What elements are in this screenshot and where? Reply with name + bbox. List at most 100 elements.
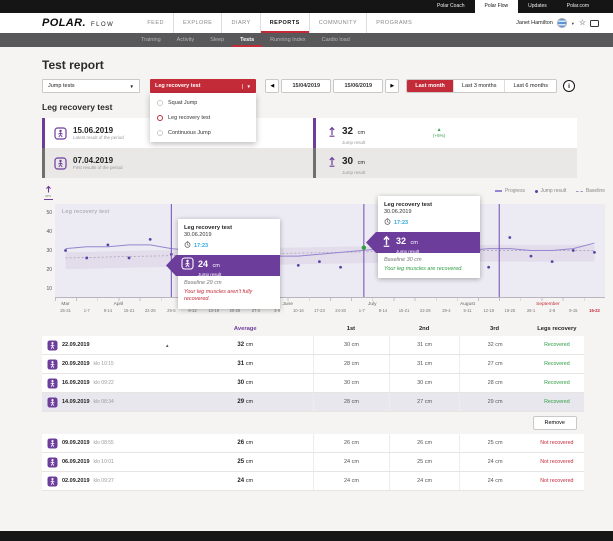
preset-last-month[interactable]: Last month bbox=[407, 80, 453, 92]
recovery-status: Not recovered bbox=[530, 459, 584, 465]
nav-item-explore[interactable]: EXPLORE bbox=[173, 13, 221, 33]
subnav-item-tests[interactable]: Tests bbox=[232, 33, 262, 47]
chart-plot[interactable]: Leg recovery test bbox=[55, 204, 605, 298]
table-row[interactable]: 22.09.2019▲32 cm30 cm31 cm32 cmRecovered bbox=[42, 336, 584, 355]
jump-type-dropdown[interactable]: Jump tests ▼ bbox=[42, 79, 140, 93]
header-3rd[interactable]: 3rd bbox=[459, 326, 529, 332]
chevron-down-icon: ▼ bbox=[242, 84, 251, 89]
chart-canvas bbox=[55, 204, 605, 297]
subnav-item-sleep[interactable]: Sleep bbox=[202, 33, 232, 47]
avatar[interactable] bbox=[557, 18, 567, 28]
tooltip-message: Your leg muscles aren't fully recovered. bbox=[184, 289, 274, 304]
table-row[interactable]: 14.09.2019klo 08:3429 cm28 cm27 cm29 cmR… bbox=[42, 393, 584, 412]
table-row[interactable]: 20.09.2019klo 10:1531 cm28 cm31 cm27 cmR… bbox=[42, 355, 584, 374]
average-value: 26 bbox=[237, 440, 244, 446]
header-legs-recovery[interactable]: Legs recovery bbox=[530, 326, 584, 332]
week-label: 10-16 bbox=[288, 308, 309, 315]
test-dropdown[interactable]: Leg recovery test ▼ bbox=[150, 79, 256, 93]
test-date: 09.09.2019 bbox=[62, 440, 90, 446]
summary-first-row[interactable]: 07.04.2019 First results of the period 3… bbox=[42, 148, 577, 178]
user-name[interactable]: Janet Hamilton bbox=[516, 20, 553, 26]
jump-1st-cell: 24 cm bbox=[313, 472, 389, 490]
week-labels: 25-311-78-1415-2122-2829-56-1213-1920-26… bbox=[55, 308, 605, 315]
topbar-link-polar-com[interactable]: Polar.com bbox=[557, 0, 599, 13]
table-row[interactable]: 09.09.2019klo 08:5526 cm26 cm26 cm25 cmN… bbox=[42, 434, 584, 453]
header-1st[interactable]: 1st bbox=[313, 326, 389, 332]
average-unit: cm bbox=[246, 361, 253, 367]
dropdown-option-squat-jump[interactable]: Squat Jump bbox=[150, 95, 256, 110]
favorite-star-icon[interactable]: ☆ bbox=[579, 18, 586, 28]
jump-test-icon bbox=[47, 476, 58, 487]
subnav-item-training[interactable]: Training bbox=[133, 33, 169, 47]
preset-last-6-months[interactable]: Last 6 months bbox=[504, 80, 556, 92]
test-time: klo 10:15 bbox=[94, 361, 114, 367]
average-cell: 32 cm bbox=[178, 342, 314, 348]
subnav-item-running-index[interactable]: Running Index bbox=[262, 33, 313, 47]
recovery-status: Recovered bbox=[530, 380, 584, 386]
summary-caption: Latest result of the period bbox=[73, 135, 124, 140]
chevron-down-icon[interactable]: ▼ bbox=[571, 21, 575, 26]
topbar-link-polar-coach[interactable]: Polar Coach bbox=[427, 0, 475, 13]
jump-1st-cell: 28 cm bbox=[313, 393, 389, 411]
average-unit: cm bbox=[246, 478, 253, 484]
nav-item-community[interactable]: COMMUNITY bbox=[309, 13, 366, 33]
next-period-button[interactable]: ▶ bbox=[385, 79, 399, 93]
y-tick-label: 40 bbox=[46, 229, 52, 235]
average-unit: cm bbox=[246, 440, 253, 446]
month-labels: MarAprilMayJuneJulyAugustSeptember bbox=[55, 301, 605, 308]
polar-logo[interactable]: POLAR.FLOW bbox=[42, 17, 114, 29]
nav-item-feed[interactable]: FEED bbox=[138, 13, 173, 33]
start-date-field[interactable]: 15/04/2019 bbox=[281, 79, 331, 93]
table-row[interactable]: 02.09.2019klo 09:2724 cm24 cm24 cm24 cmN… bbox=[42, 472, 584, 491]
jump-2nd-cell: 30 cm bbox=[389, 374, 459, 392]
table-row[interactable]: 16.09.2019klo 09:2230 cm30 cm30 cm28 cmR… bbox=[42, 374, 584, 393]
average-unit: cm bbox=[246, 380, 253, 386]
y-axis: 5040302010 bbox=[42, 204, 55, 298]
line-marker-icon bbox=[495, 190, 502, 191]
user-area: Janet Hamilton ▼ ☆ bbox=[516, 18, 599, 28]
chart-inner-label: Leg recovery test bbox=[62, 209, 109, 215]
banner-unit: cm bbox=[212, 263, 219, 269]
header-average[interactable]: Average bbox=[178, 326, 314, 332]
recovery-status: Not recovered bbox=[530, 478, 584, 484]
chart-tooltip-not-recovered: Leg recovery test 30.06.2019 17:23 24 cm… bbox=[178, 219, 280, 309]
average-cell: 25 cm bbox=[178, 459, 314, 465]
dropdown-option-leg-recovery-test[interactable]: Leg recovery test bbox=[150, 110, 256, 125]
divider bbox=[313, 118, 316, 148]
messages-icon[interactable] bbox=[590, 20, 599, 27]
jump-2nd-cell: 26 cm bbox=[389, 434, 459, 452]
subnav-item-cardio-load[interactable]: Cardio load bbox=[314, 33, 358, 47]
banner-value: 32 bbox=[396, 236, 406, 246]
topbar-link-polar-flow[interactable]: Polar Flow bbox=[475, 0, 519, 13]
dropdown-option-continuous-jump[interactable]: Continuous Jump bbox=[150, 125, 256, 140]
sort-indicator-icon[interactable]: ▲ bbox=[165, 343, 169, 348]
topbar-link-updates[interactable]: Updates bbox=[518, 0, 557, 13]
nav-item-diary[interactable]: DIARY bbox=[221, 13, 259, 33]
summary-result: 30 cm Jump result bbox=[327, 151, 365, 175]
jump-unit: cm bbox=[358, 160, 365, 166]
remove-button[interactable]: Remove bbox=[533, 416, 577, 430]
jump-unit: cm bbox=[358, 130, 365, 136]
summary-latest-row[interactable]: 15.06.2019 Latest result of the period 3… bbox=[42, 118, 577, 148]
jump-3rd-cell: 24 cm bbox=[459, 472, 529, 490]
average-value: 25 bbox=[237, 459, 244, 465]
subnav-item-activity[interactable]: Activity bbox=[169, 33, 202, 47]
legend-item-baseline: Baseline bbox=[576, 188, 605, 194]
prev-period-button[interactable]: ◀ bbox=[265, 79, 279, 93]
nav-item-reports[interactable]: REPORTS bbox=[260, 13, 309, 33]
test-time: klo 10:01 bbox=[94, 459, 114, 465]
average-value: 29 bbox=[237, 399, 244, 405]
jump-test-icon bbox=[47, 457, 58, 468]
preset-last-3-months[interactable]: Last 3 months bbox=[453, 80, 505, 92]
header-2nd[interactable]: 2nd bbox=[389, 326, 459, 332]
results-table: Average 1st 2nd 3rd Legs recovery 22.09.… bbox=[42, 321, 584, 491]
info-button[interactable]: i bbox=[563, 80, 575, 92]
jump-3rd-cell: 28 cm bbox=[459, 374, 529, 392]
nav-item-programs[interactable]: PROGRAMS bbox=[366, 13, 421, 33]
test-value: Leg recovery test bbox=[155, 83, 201, 89]
banner-value: 24 bbox=[198, 259, 208, 269]
table-row[interactable]: 06.09.2019klo 10:0125 cm24 cm25 cm24 cmN… bbox=[42, 453, 584, 472]
end-date-field[interactable]: 15/06/2019 bbox=[333, 79, 383, 93]
summary-date: 15.06.2019 bbox=[73, 126, 124, 136]
week-label: 9-15 bbox=[563, 308, 584, 315]
